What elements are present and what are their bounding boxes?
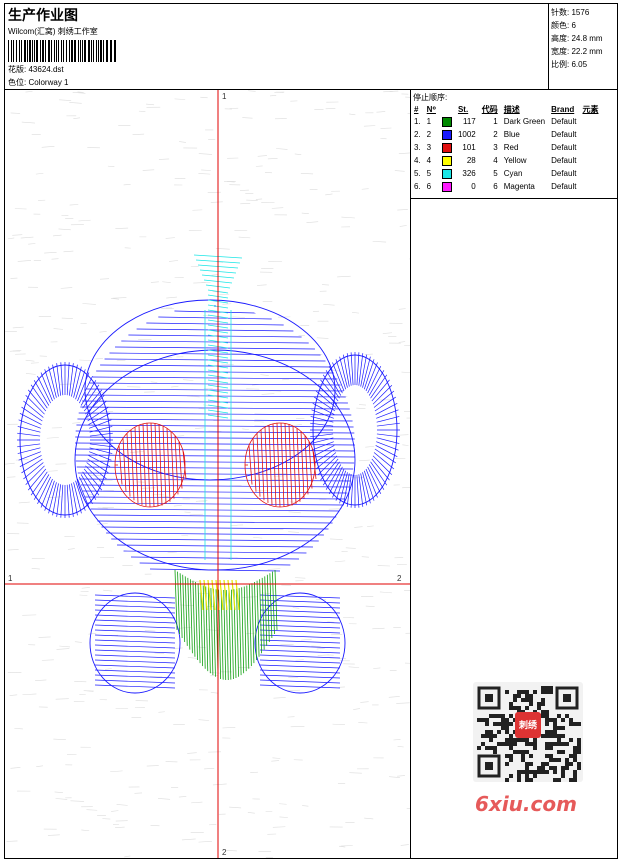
stat-height: 高度: 24.8 mm	[551, 34, 603, 43]
row-code: 2	[493, 130, 498, 139]
row-brand: Default	[551, 117, 577, 126]
swatch	[439, 128, 455, 141]
row-desc: Blue	[503, 130, 520, 139]
row-brand: Default	[551, 143, 577, 152]
col-element: 元素	[582, 104, 599, 114]
color-table-header: # N⁰ St. 代码 描述 Brand 元素	[411, 103, 601, 115]
row-index: 5.	[414, 169, 421, 178]
col-stitches: St.	[457, 104, 469, 114]
color-swatch	[441, 129, 452, 140]
row-desc: Magenta	[503, 182, 535, 191]
row-stitches: 101	[462, 143, 476, 152]
qr-code: 刺绣	[473, 682, 583, 782]
row-code: 1	[493, 117, 498, 126]
production-sheet: 生产作业图 Wilcom(汇窝) 刺绣工作室 花版: 43624.dst 色位:…	[4, 3, 618, 859]
row-no: 2	[426, 130, 432, 139]
color-swatch	[441, 116, 452, 127]
axis-label-right: 2	[397, 574, 402, 583]
design-file-label: 花版:	[8, 65, 27, 74]
row-brand: Default	[551, 156, 577, 165]
row-no: 5	[426, 169, 432, 178]
row-index: 1.	[414, 117, 421, 126]
axis-label-bottom: 2	[222, 848, 227, 857]
row-brand: Default	[551, 169, 577, 178]
color-row: 5. 5 326 5 Cyan Default	[411, 167, 601, 180]
qr-badge: 刺绣	[515, 712, 541, 738]
row-desc: Cyan	[503, 169, 523, 178]
stat-ratio: 比例: 6.05	[551, 60, 588, 69]
design-preview: 1 2 1 2	[5, 90, 411, 858]
row-code: 6	[493, 182, 498, 191]
row-index: 4.	[414, 156, 421, 165]
row-no: 4	[426, 156, 432, 165]
color-swatch	[441, 181, 452, 192]
color-table: # N⁰ St. 代码 描述 Brand 元素 1. 1 117 1 Dark Gree…	[411, 103, 601, 193]
row-index: 2.	[414, 130, 421, 139]
color-row: 1. 1 117 1 Dark Green Default	[411, 115, 601, 128]
company-name: Wilcom(汇窝) 刺绣工作室	[8, 27, 98, 36]
row-code: 3	[493, 143, 498, 152]
row-stitches: 326	[462, 169, 476, 178]
design-stats: 针数: 1576 颜色: 6 高度: 24.8 mm 宽度: 22.2 mm 比…	[548, 4, 617, 89]
col-no: N⁰	[426, 104, 436, 114]
row-desc: Red	[503, 143, 519, 152]
swatch	[439, 167, 455, 180]
swatch	[439, 180, 455, 193]
axis-label-top: 1	[222, 92, 227, 101]
colorway-label: 色位:	[8, 78, 27, 87]
swatch	[439, 141, 455, 154]
color-swatch	[441, 168, 452, 179]
colorway-value: Colorway 1	[28, 78, 69, 87]
row-stitches: 28	[466, 156, 476, 165]
swatch	[439, 154, 455, 167]
table-divider	[411, 198, 617, 199]
swatch	[439, 115, 455, 128]
stat-width: 宽度: 22.2 mm	[551, 47, 603, 56]
row-index: 6.	[414, 182, 421, 191]
stop-sequence-title: 停止顺序:	[413, 93, 448, 102]
row-stitches: 117	[462, 117, 476, 126]
stop-sequence-panel: 停止顺序: # N⁰ St. 代码 描述 Brand 元素 1. 1 117 1 Dar…	[411, 90, 617, 858]
watermark-text: 6xiu.com	[475, 792, 577, 816]
color-row: 6. 6 0 6 Magenta Default	[411, 180, 601, 193]
col-index: #	[414, 104, 419, 114]
row-stitches: 0	[471, 182, 476, 191]
color-swatch	[441, 155, 452, 166]
row-no: 3	[426, 143, 432, 152]
col-brand: Brand	[551, 104, 575, 114]
colorway-line: 色位: Colorway 1	[8, 77, 68, 88]
header: 生产作业图 Wilcom(汇窝) 刺绣工作室 花版: 43624.dst 色位:…	[5, 4, 617, 90]
row-no: 1	[426, 117, 432, 126]
barcode	[8, 40, 116, 62]
color-swatch	[441, 142, 452, 153]
row-no: 6	[426, 182, 432, 191]
row-brand: Default	[551, 130, 577, 139]
stat-colors: 颜色: 6	[551, 21, 576, 30]
color-row: 4. 4 28 4 Yellow Default	[411, 154, 601, 167]
col-code: 代码	[481, 104, 498, 114]
stitch-canvas	[5, 90, 410, 858]
row-desc: Yellow	[503, 156, 527, 165]
row-code: 5	[493, 169, 498, 178]
row-stitches: 1002	[457, 130, 476, 139]
stat-stitches: 针数: 1576	[551, 8, 590, 17]
design-file-value: 43624.dst	[28, 65, 64, 74]
col-desc: 描述	[503, 104, 520, 114]
row-desc: Dark Green	[503, 117, 546, 126]
row-code: 4	[493, 156, 498, 165]
design-file-line: 花版: 43624.dst	[8, 64, 64, 75]
axis-label-left: 1	[8, 574, 13, 583]
color-row: 3. 3 101 3 Red Default	[411, 141, 601, 154]
row-index: 3.	[414, 143, 421, 152]
color-row: 2. 2 1002 2 Blue Default	[411, 128, 601, 141]
page-title: 生产作业图	[8, 8, 78, 24]
row-brand: Default	[551, 182, 577, 191]
